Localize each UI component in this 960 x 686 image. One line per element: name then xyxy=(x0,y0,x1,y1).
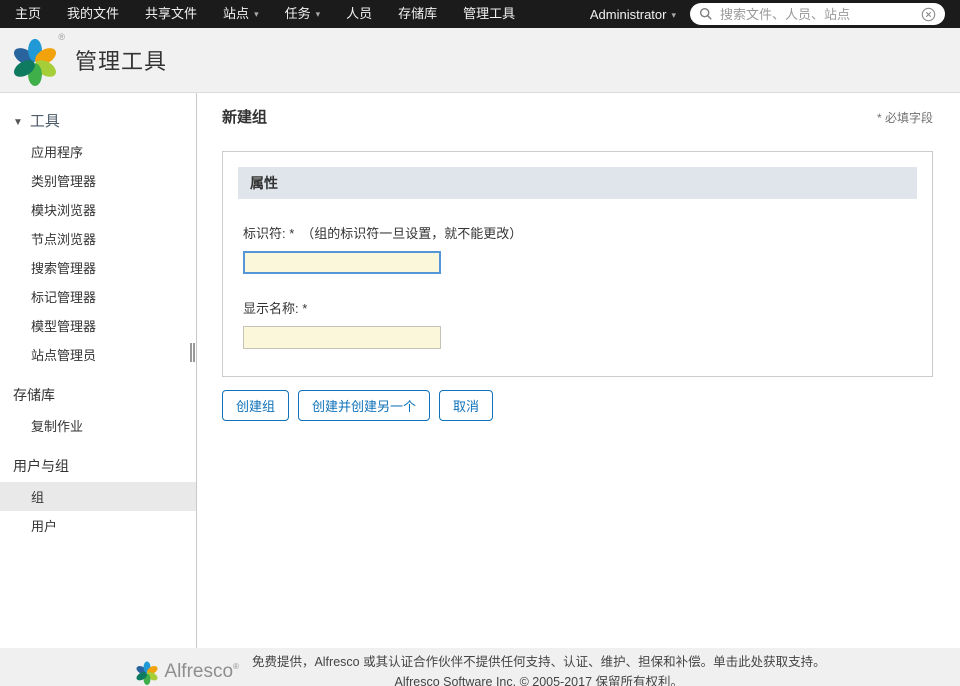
sidebar-item-module-browser[interactable]: 模块浏览器 xyxy=(0,195,196,224)
nav-item-repository[interactable]: 存储库 xyxy=(385,0,450,28)
sidebar-item-node-browser[interactable]: 节点浏览器 xyxy=(0,224,196,253)
required-fields-note: * 必填字段 xyxy=(877,109,933,126)
page-title: 新建组 xyxy=(222,106,267,127)
identifier-hint: （组的标识符一旦设置，就不能更改） xyxy=(301,226,522,241)
sidebar-item-search-manager[interactable]: 搜索管理器 xyxy=(0,253,196,282)
display-name-label: 显示名称: * xyxy=(243,298,917,317)
app-header: ® 管理工具 xyxy=(0,28,960,93)
footer-notice-text: 免费提供，Alfresco 或其认证合作伙伴不提供任何支持、认证、维护、担保和补… xyxy=(252,655,713,669)
sidebar-section-repository: 存储库 xyxy=(0,378,196,411)
sidebar-item-category-manager[interactable]: 类别管理器 xyxy=(0,166,196,195)
sidebar-section-tools[interactable]: ▼ 工具 xyxy=(0,103,196,137)
registered-trademark: ® xyxy=(233,662,239,671)
identifier-label: 标识符: * （组的标识符一旦设置，就不能更改） xyxy=(243,223,917,242)
page-footer: Alfresco® 免费提供，Alfresco 或其认证合作伙伴不提供任何支持、… xyxy=(0,648,960,686)
properties-panel-header: 属性 xyxy=(238,167,917,199)
sidebar-section-users-groups: 用户与组 xyxy=(0,449,196,482)
sidebar-item-site-admins[interactable]: 站点管理员 xyxy=(0,340,196,369)
search-icon xyxy=(699,7,713,21)
alfresco-logo: ® xyxy=(9,34,61,86)
nav-item-home[interactable]: 主页 xyxy=(2,0,54,28)
chevron-down-icon: ▾ xyxy=(316,0,321,28)
clear-search-icon[interactable] xyxy=(921,7,936,22)
nav-item-my-files[interactable]: 我的文件 xyxy=(54,0,132,28)
display-name-input[interactable] xyxy=(243,326,441,349)
display-name-label-text: 显示名称: * xyxy=(243,301,307,316)
sidebar-item-model-manager[interactable]: 模型管理器 xyxy=(0,311,196,340)
nav-item-tasks[interactable]: 任务 ▾ xyxy=(272,0,334,28)
user-menu-label: Administrator xyxy=(590,7,667,22)
page-app-title: 管理工具 xyxy=(75,44,167,76)
sidebar-item-replication-jobs[interactable]: 复制作业 xyxy=(0,411,196,440)
registered-trademark: ® xyxy=(58,32,65,42)
sidebar-item-groups[interactable]: 组 xyxy=(0,482,196,511)
nav-item-tasks-label: 任务 xyxy=(285,6,311,21)
identifier-label-text: 标识符: * xyxy=(243,226,294,241)
properties-panel: 属性 标识符: * （组的标识符一旦设置，就不能更改） 显示名称: * xyxy=(222,151,933,377)
top-navigation-bar: 主页 我的文件 共享文件 站点 ▾ 任务 ▾ 人员 存储库 管理工具 Adminis… xyxy=(0,0,960,28)
footer-copyright: Alfresco Software Inc. © 2005-2017 保留所有权… xyxy=(252,675,826,686)
footer-support-link[interactable]: 单击此处获取支持。 xyxy=(713,655,826,669)
nav-item-shared-files[interactable]: 共享文件 xyxy=(132,0,210,28)
sidebar-resize-handle[interactable] xyxy=(190,343,195,362)
alfresco-flower-icon xyxy=(9,34,61,86)
user-menu[interactable]: Administrator ▾ xyxy=(576,7,690,22)
nav-item-sites[interactable]: 站点 ▾ xyxy=(210,0,272,28)
content-area: ▼ 工具 应用程序 类别管理器 模块浏览器 节点浏览器 搜索管理器 标记管理器 模… xyxy=(0,93,960,648)
form-buttons: 创建组 创建并创建另一个 取消 xyxy=(222,390,933,421)
chevron-down-icon: ▾ xyxy=(254,0,259,28)
nav-item-people[interactable]: 人员 xyxy=(333,0,385,28)
new-group-form: 标识符: * （组的标识符一旦设置，就不能更改） 显示名称: * xyxy=(238,223,917,349)
cancel-button[interactable]: 取消 xyxy=(439,390,493,421)
footer-logo: Alfresco® xyxy=(134,658,239,686)
footer-brand: Alfresco® xyxy=(164,661,239,683)
chevron-down-icon: ▾ xyxy=(671,10,676,21)
main-panel: 新建组 * 必填字段 属性 标识符: * （组的标识符一旦设置，就不能更改） 显示… xyxy=(197,93,960,648)
search-input[interactable] xyxy=(720,7,921,22)
global-search-box xyxy=(690,3,945,25)
admin-tools-sidebar: ▼ 工具 应用程序 类别管理器 模块浏览器 节点浏览器 搜索管理器 标记管理器 模… xyxy=(0,93,197,648)
sidebar-item-users[interactable]: 用户 xyxy=(0,511,196,540)
title-row: 新建组 * 必填字段 xyxy=(222,106,933,127)
footer-notice: 免费提供，Alfresco 或其认证合作伙伴不提供任何支持、认证、维护、担保和补… xyxy=(252,655,826,670)
twister-expanded-icon: ▼ xyxy=(13,117,23,128)
sidebar-section-tools-label: 工具 xyxy=(30,113,60,130)
alfresco-flower-icon xyxy=(134,659,160,685)
sidebar-item-tag-manager[interactable]: 标记管理器 xyxy=(0,282,196,311)
nav-item-admin-tools[interactable]: 管理工具 xyxy=(450,0,528,28)
create-group-button[interactable]: 创建组 xyxy=(222,390,289,421)
nav-item-sites-label: 站点 xyxy=(223,6,249,21)
footer-brand-text: Alfresco xyxy=(164,661,233,682)
sidebar-item-applications[interactable]: 应用程序 xyxy=(0,137,196,166)
footer-text: 免费提供，Alfresco 或其认证合作伙伴不提供任何支持、认证、维护、担保和补… xyxy=(252,655,826,686)
identifier-input[interactable] xyxy=(243,251,441,274)
create-and-create-another-button[interactable]: 创建并创建另一个 xyxy=(298,390,430,421)
